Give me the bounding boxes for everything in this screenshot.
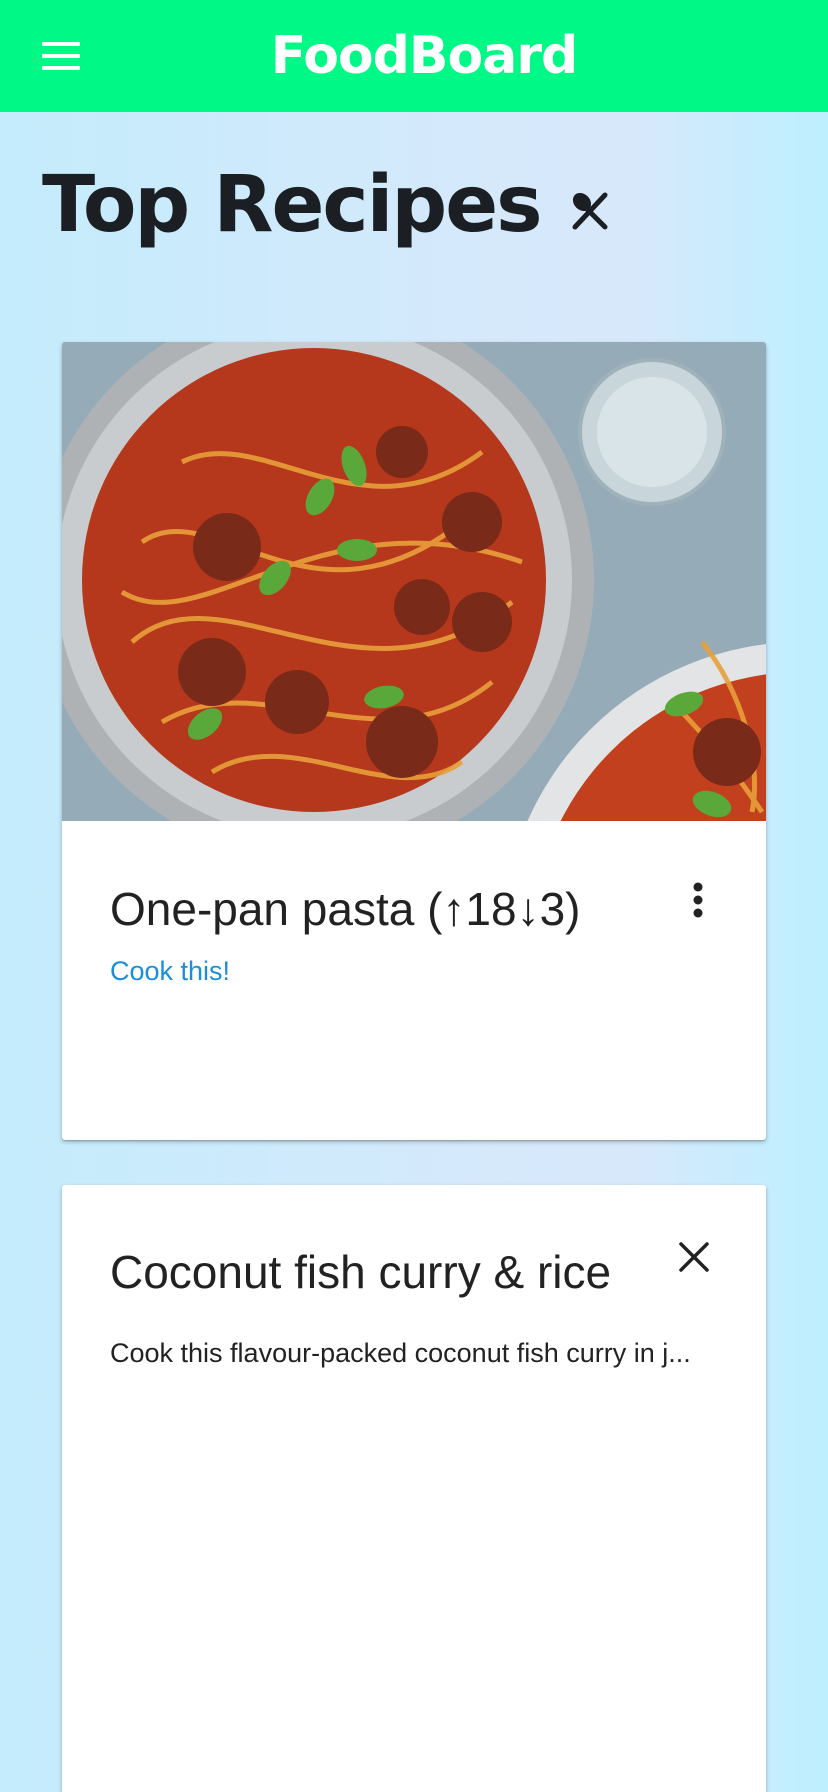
recipe-title: Coconut fish curry & rice	[110, 1246, 612, 1298]
app-title: FoodBoard	[270, 26, 578, 86]
cook-this-link[interactable]: Cook this!	[110, 956, 230, 987]
close-icon[interactable]	[678, 1241, 710, 1273]
more-vert-icon[interactable]	[692, 882, 704, 918]
fork-knife-icon	[572, 192, 608, 230]
recipe-card[interactable]: Coconut fish curry & rice Cook this flav…	[62, 1185, 766, 1792]
app-bar: FoodBoard	[0, 0, 828, 112]
recipe-image	[62, 342, 766, 821]
page-title: Top Recipes	[42, 160, 543, 250]
recipe-card[interactable]: One-pan pasta (↑18↓3) Cook this!	[62, 342, 766, 1140]
recipe-description: Cook this flavour-packed coconut fish cu…	[110, 1338, 691, 1368]
page-heading: Top Recipes	[42, 160, 613, 250]
hamburger-menu-icon[interactable]	[42, 42, 80, 70]
recipe-title: One-pan pasta (↑18↓3)	[110, 883, 581, 935]
